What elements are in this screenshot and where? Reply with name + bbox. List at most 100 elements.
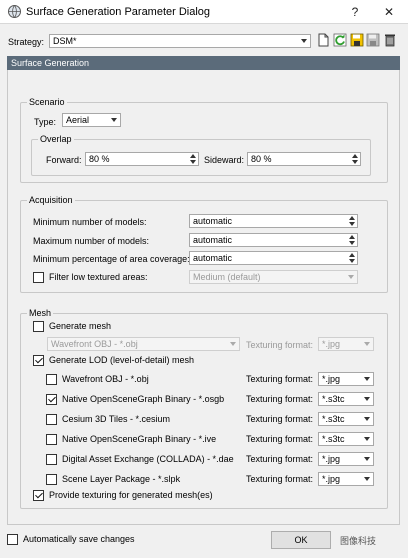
close-button[interactable]: ✕: [378, 2, 400, 22]
type-dropdown[interactable]: Aerial: [62, 113, 121, 127]
generate-mesh-checkbox[interactable]: [33, 321, 44, 332]
mesh-title: Mesh: [27, 308, 54, 318]
lod-texturing-label: Texturing format:: [246, 474, 314, 484]
forward-label: Forward:: [46, 155, 82, 165]
lod-texturing-label: Texturing format:: [246, 434, 314, 444]
lod-texturing-dropdown[interactable]: *.s3tc: [318, 432, 374, 446]
min-coverage-label: Minimum percentage of area coverage:: [33, 254, 190, 264]
lod-texturing-label: Texturing format:: [246, 414, 314, 424]
chevron-down-icon: [364, 477, 370, 481]
spin-up-icon[interactable]: [349, 216, 355, 220]
lod-texturing-dropdown[interactable]: *.s3tc: [318, 412, 374, 426]
lod-texturing-value: *.jpg: [322, 474, 341, 484]
filter-label: Filter low textured areas:: [49, 272, 148, 282]
section-header: Surface Generation: [7, 56, 400, 70]
chevron-down-icon: [364, 417, 370, 421]
save-as-icon[interactable]: [366, 33, 380, 47]
forward-spinbox[interactable]: 80 %: [85, 152, 199, 166]
lod-texturing-dropdown[interactable]: *.s3tc: [318, 392, 374, 406]
mesh-texturing-label: Texturing format:: [246, 340, 314, 350]
lod-texturing-label: Texturing format:: [246, 374, 314, 384]
chevron-down-icon: [348, 275, 354, 279]
lod-format-label: Native OpenSceneGraph Binary - *.osgb: [62, 394, 225, 404]
mesh-texturing-dropdown[interactable]: *.jpg: [318, 337, 374, 351]
chevron-down-icon: [111, 118, 117, 122]
auto-save-checkbox[interactable]: [7, 534, 18, 545]
lod-format-checkbox[interactable]: [46, 374, 57, 385]
min-models-label: Minimum number of models:: [33, 217, 147, 227]
save-icon[interactable]: [350, 33, 364, 47]
sideward-label: Sideward:: [204, 155, 245, 165]
scenario-title: Scenario: [27, 97, 67, 107]
new-document-icon[interactable]: [316, 33, 330, 47]
spin-down-icon[interactable]: [349, 259, 355, 263]
lod-texturing-value: *.jpg: [322, 454, 341, 464]
lod-texturing-value: *.s3tc: [322, 414, 345, 424]
lod-format-checkbox[interactable]: [46, 414, 57, 425]
chevron-down-icon: [364, 457, 370, 461]
watermark: 图像科技: [340, 536, 377, 546]
provide-texturing-label: Provide texturing for generated mesh(es): [49, 490, 213, 500]
max-models-label: Maximum number of models:: [33, 236, 150, 246]
lod-format-checkbox[interactable]: [46, 454, 57, 465]
filter-checkbox[interactable]: [33, 272, 44, 283]
filter-level-value: Medium (default): [193, 272, 261, 282]
ok-button[interactable]: OK: [271, 531, 331, 549]
forward-value: 80 %: [89, 154, 110, 164]
strategy-dropdown[interactable]: DSM*: [49, 34, 311, 48]
lod-texturing-dropdown[interactable]: *.jpg: [318, 472, 374, 486]
help-button[interactable]: ?: [344, 2, 366, 22]
lod-texturing-dropdown[interactable]: *.jpg: [318, 452, 374, 466]
sideward-spinbox[interactable]: 80 %: [247, 152, 361, 166]
generate-mesh-label: Generate mesh: [49, 321, 112, 331]
min-coverage-value: automatic: [193, 253, 233, 263]
lod-format-label: Native OpenSceneGraph Binary - *.ive: [62, 434, 217, 444]
min-models-spinbox[interactable]: automatic: [189, 214, 358, 228]
sideward-value: 80 %: [251, 154, 272, 164]
mesh-texturing-value: *.jpg: [322, 339, 341, 349]
spin-down-icon[interactable]: [190, 160, 196, 164]
chevron-down-icon: [364, 437, 370, 441]
lod-texturing-label: Texturing format:: [246, 394, 314, 404]
generate-lod-label: Generate LOD (level-of-detail) mesh: [49, 355, 195, 365]
chevron-down-icon: [230, 342, 236, 346]
spin-up-icon[interactable]: [349, 253, 355, 257]
lod-format-label: Wavefront OBJ - *.obj: [62, 374, 149, 384]
max-models-spinbox[interactable]: automatic: [189, 233, 358, 247]
window-title: Surface Generation Parameter Dialog: [26, 6, 211, 18]
chevron-down-icon: [364, 342, 370, 346]
spin-up-icon[interactable]: [190, 154, 196, 158]
strategy-value: DSM*: [53, 36, 77, 46]
delete-icon[interactable]: [383, 33, 397, 47]
refresh-icon[interactable]: [333, 33, 347, 47]
chevron-down-icon: [364, 377, 370, 381]
generate-lod-checkbox[interactable]: [33, 355, 44, 366]
spin-up-icon[interactable]: [349, 235, 355, 239]
max-models-value: automatic: [193, 235, 233, 245]
lod-format-checkbox[interactable]: [46, 434, 57, 445]
chevron-down-icon: [364, 397, 370, 401]
acquisition-title: Acquisition: [27, 195, 75, 205]
filter-level-dropdown[interactable]: Medium (default): [189, 270, 358, 284]
chevron-down-icon: [301, 39, 307, 43]
lod-texturing-value: *.s3tc: [322, 394, 345, 404]
lod-format-label: Scene Layer Package - *.slpk: [62, 474, 181, 484]
spin-down-icon[interactable]: [349, 222, 355, 226]
min-models-value: automatic: [193, 216, 233, 226]
type-value: Aerial: [66, 115, 90, 125]
min-coverage-spinbox[interactable]: automatic: [189, 251, 358, 265]
spin-up-icon[interactable]: [352, 154, 358, 158]
provide-texturing-checkbox[interactable]: [33, 490, 44, 501]
mesh-format-dropdown[interactable]: Wavefront OBJ - *.obj: [47, 337, 240, 351]
app-globe-icon: [8, 5, 21, 18]
lod-format-checkbox[interactable]: [46, 394, 57, 405]
lod-texturing-label: Texturing format:: [246, 454, 314, 464]
lod-texturing-dropdown[interactable]: *.jpg: [318, 372, 374, 386]
lod-texturing-value: *.jpg: [322, 374, 341, 384]
lod-format-label: Cesium 3D Tiles - *.cesium: [62, 414, 171, 424]
lod-texturing-value: *.s3tc: [322, 434, 345, 444]
spin-down-icon[interactable]: [352, 160, 358, 164]
spin-down-icon[interactable]: [349, 241, 355, 245]
lod-format-checkbox[interactable]: [46, 474, 57, 485]
overlap-title: Overlap: [38, 134, 74, 144]
